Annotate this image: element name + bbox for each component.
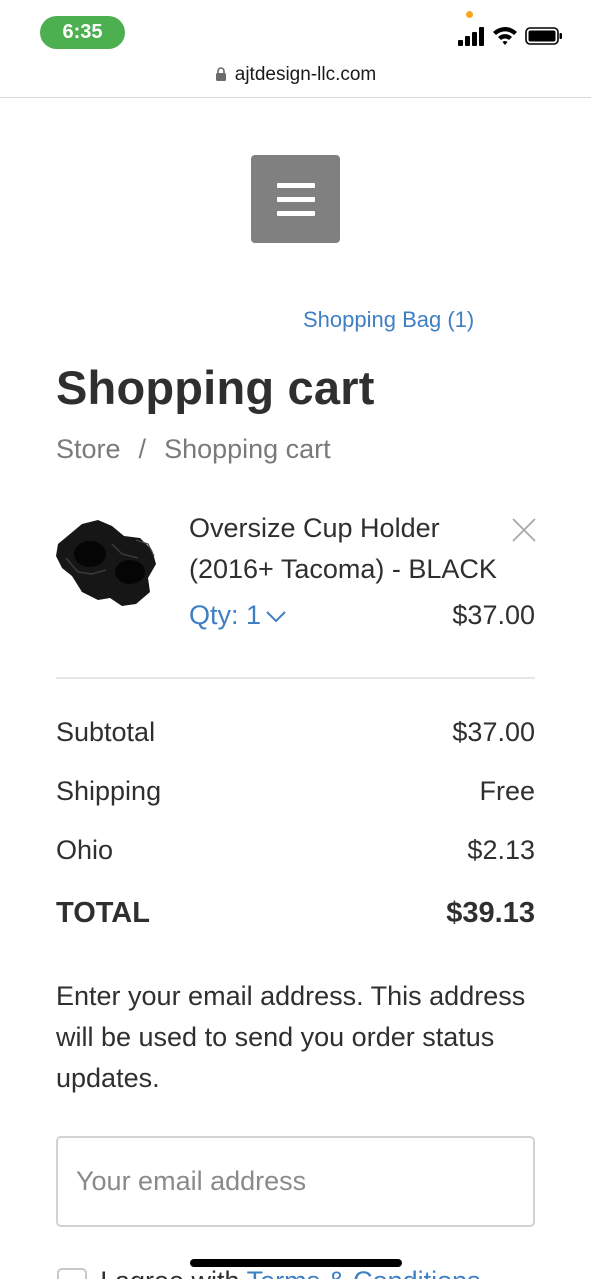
- cellular-signal-icon: [458, 26, 486, 46]
- url-text: ajtdesign-llc.com: [234, 64, 377, 85]
- terms-label: I agree with Terms & Conditions: [100, 1266, 481, 1279]
- address-bar[interactable]: ajtdesign-llc.com: [0, 60, 591, 98]
- tax-value: $2.13: [467, 835, 535, 865]
- privacy-indicator-dot: [466, 11, 473, 18]
- hamburger-menu-button[interactable]: [251, 155, 340, 243]
- total-label: TOTAL: [56, 897, 150, 929]
- total-value: $39.13: [446, 897, 535, 929]
- email-input[interactable]: [56, 1136, 535, 1227]
- shipping-value: Free: [479, 776, 535, 806]
- chevron-down-icon: [266, 611, 286, 623]
- shipping-row: Shipping Free: [56, 776, 535, 816]
- breadcrumb-separator: /: [138, 434, 147, 464]
- close-icon[interactable]: [511, 517, 537, 543]
- subtotal-row: Subtotal $37.00: [56, 717, 535, 757]
- page-title: Shopping cart: [56, 361, 375, 414]
- wifi-icon: [493, 27, 517, 45]
- status-bar: 6:35: [0, 0, 591, 60]
- lock-icon: [215, 67, 226, 81]
- divider: [56, 677, 535, 679]
- tax-label: Ohio: [56, 835, 114, 865]
- product-name[interactable]: Oversize Cup Holder (2016+ Tacoma) - BLA…: [189, 508, 519, 590]
- status-time: 6:35: [40, 16, 125, 49]
- terms-checkbox[interactable]: [57, 1268, 87, 1279]
- shipping-label: Shipping: [56, 776, 162, 806]
- quantity-label: Qty: 1: [189, 600, 262, 630]
- total-row: TOTAL $39.13: [56, 897, 535, 937]
- breadcrumb-store-link[interactable]: Store: [56, 434, 121, 464]
- shopping-bag-link[interactable]: Shopping Bag (1): [303, 307, 474, 333]
- page: 6:35 ajtdesign-llc.com Shopping Bag (1) …: [0, 0, 591, 1279]
- breadcrumb: Store / Shopping cart: [56, 434, 331, 465]
- quantity-dropdown[interactable]: Qty: 1: [189, 600, 287, 631]
- terms-prefix: I agree with: [100, 1266, 240, 1279]
- tax-row: Ohio $2.13: [56, 835, 535, 875]
- home-indicator: [190, 1259, 402, 1267]
- item-price: $37.00: [452, 600, 535, 630]
- battery-icon: [525, 27, 562, 45]
- subtotal-label: Subtotal: [56, 717, 156, 747]
- product-image[interactable]: [52, 514, 162, 610]
- subtotal-value: $37.00: [452, 717, 535, 747]
- email-instructions: Enter your email address. This address w…: [56, 981, 526, 1093]
- terms-link[interactable]: Terms & Conditions: [247, 1266, 481, 1279]
- breadcrumb-current: Shopping cart: [164, 434, 331, 464]
